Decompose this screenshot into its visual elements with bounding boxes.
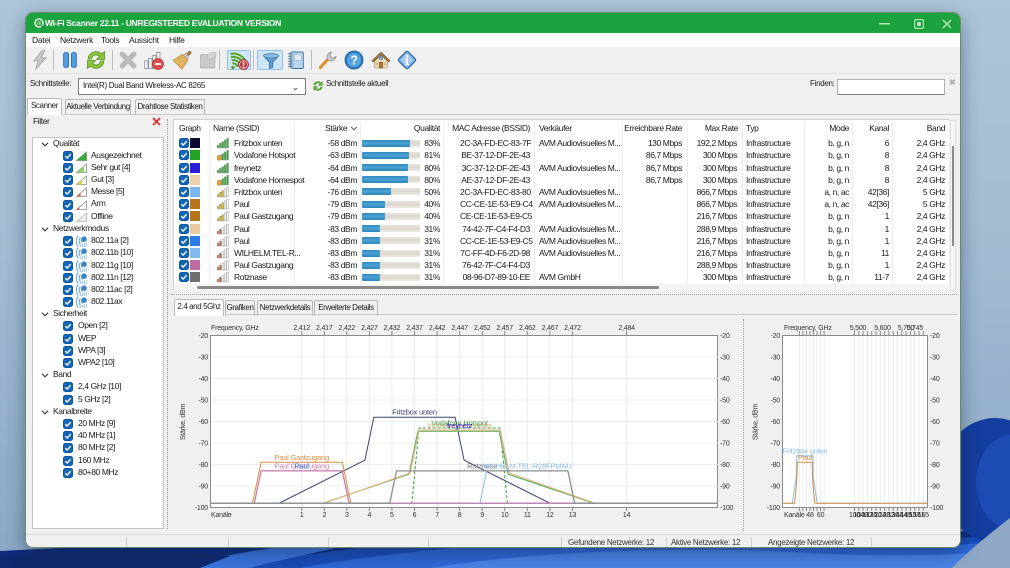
svg-text:-80: -80 [770,462,780,469]
svg-text:2,467: 2,467 [542,325,559,332]
svg-text:Fritzbox unten: Fritzbox unten [392,408,437,417]
svg-text:6: 6 [413,512,417,519]
svg-text:3: 3 [345,512,349,519]
svg-text:-30: -30 [720,355,730,362]
svg-text:-30: -30 [198,355,208,362]
svg-text:2,447: 2,447 [451,325,468,332]
svg-text:WILHELM.TEL-R28FPMNU: WILHELM.TEL-R28FPMNU [483,461,572,470]
svg-text:1: 1 [300,512,304,519]
svg-text:-70: -70 [198,441,208,448]
svg-text:-50: -50 [770,398,780,405]
svg-text:-70: -70 [720,441,730,448]
svg-text:Frequency, GHz: Frequency, GHz [784,325,832,332]
svg-text:Kanäle: Kanäle [784,512,805,519]
svg-text:Stärke, dBm: Stärke, dBm [180,403,187,440]
svg-text:-60: -60 [720,419,730,426]
svg-text:-80: -80 [930,462,940,469]
svg-text:13: 13 [569,512,577,519]
svg-text:-40: -40 [770,376,780,383]
svg-text:-100: -100 [195,505,209,512]
svg-text:-70: -70 [930,441,940,448]
svg-text:-20: -20 [720,333,730,340]
svg-text:2,412: 2,412 [293,325,310,332]
svg-text:-40: -40 [198,376,208,383]
svg-text:-80: -80 [198,462,208,469]
svg-text:-40: -40 [720,376,730,383]
svg-text:60: 60 [817,512,825,519]
svg-text:2,437: 2,437 [406,325,423,332]
svg-text:7: 7 [435,512,439,519]
svg-text:2: 2 [322,512,326,519]
svg-text:-70: -70 [770,441,780,448]
svg-text:2,452: 2,452 [474,325,491,332]
svg-text:-30: -30 [770,355,780,362]
svg-text:2,484: 2,484 [618,325,635,332]
svg-text:2,432: 2,432 [384,325,401,332]
svg-text:Kanäle: Kanäle [211,512,232,519]
svg-text:-100: -100 [767,505,781,512]
svg-text:Paul: Paul [798,453,813,462]
svg-text:8: 8 [458,512,462,519]
svg-text:-100: -100 [930,505,944,512]
svg-text:-50: -50 [198,398,208,405]
svg-text:2,427: 2,427 [361,325,378,332]
svg-text:5,745: 5,745 [907,325,924,332]
svg-text:2,417: 2,417 [316,325,333,332]
svg-text:-20: -20 [198,333,208,340]
svg-text:2,462: 2,462 [519,325,536,332]
svg-text:-40: -40 [930,376,940,383]
svg-text:Frequency, GHz: Frequency, GHz [211,325,259,332]
svg-text:-50: -50 [930,398,940,405]
svg-text:2,472: 2,472 [564,325,581,332]
svg-text:4: 4 [368,512,372,519]
svg-text:-60: -60 [770,419,780,426]
svg-text:5: 5 [390,512,394,519]
svg-text:?: ? [350,54,357,68]
svg-text:11: 11 [524,512,531,519]
svg-text:9: 9 [480,512,484,519]
svg-text:Stärke, dBm: Stärke, dBm [753,403,760,440]
svg-text:10: 10 [501,512,509,519]
svg-text:165: 165 [918,512,929,519]
svg-text:2,442: 2,442 [429,325,446,332]
svg-text:-80: -80 [720,462,730,469]
svg-text:-60: -60 [930,419,940,426]
svg-text:-90: -90 [198,484,208,491]
svg-text:-60: -60 [198,419,208,426]
svg-text:5,600: 5,600 [874,325,891,332]
svg-text:-90: -90 [770,484,780,491]
svg-text:-50: -50 [720,398,730,405]
svg-text:2,422: 2,422 [339,325,356,332]
svg-text:-30: -30 [930,355,940,362]
svg-text:-20: -20 [770,333,780,340]
svg-text:-90: -90 [930,484,940,491]
svg-text:-90: -90 [720,484,730,491]
svg-text:14: 14 [623,512,631,519]
svg-text:12: 12 [546,512,554,519]
svg-text:5,500: 5,500 [850,325,867,332]
svg-text:Paul: Paul [295,461,310,470]
svg-text:freynetz: freynetz [447,421,473,430]
svg-text:-100: -100 [720,505,734,512]
svg-text:2,457: 2,457 [496,325,513,332]
svg-text:48: 48 [806,512,814,519]
svg-text:-20: -20 [930,333,940,340]
